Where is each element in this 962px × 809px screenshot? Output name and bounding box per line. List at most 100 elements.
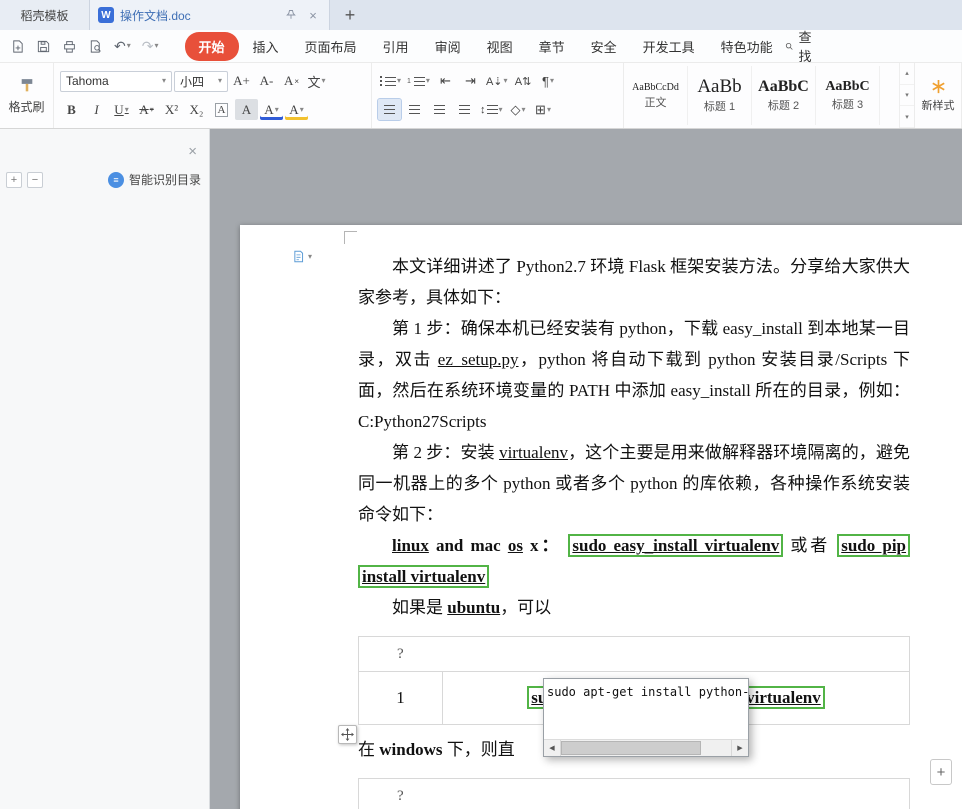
italic-button[interactable]: I [85,99,108,120]
cell-content-popup[interactable]: sudo apt-get install python-virtu ◀ ▶ [543,678,749,757]
scroll-right-icon[interactable]: ▶ [731,740,748,756]
menu-item-1[interactable]: 插入 [241,33,291,60]
print-preview-icon[interactable] [88,39,103,54]
table-move-handle[interactable] [338,725,357,744]
bold-button[interactable]: B [60,99,83,120]
table-placeholder-cell: ? [358,778,910,809]
margin-corner-mark [344,231,357,244]
menu-item-3[interactable]: 引用 [371,33,421,60]
redo-icon[interactable]: ↷ ▾ [142,38,159,55]
ribbon-home: 格式刷 Tahoma ▾ 小四 ▾ A+ A- A × 文 ▾ B I U ▾ A ▾ X² [0,63,962,129]
style-card-3[interactable]: AaBbC 标题 2 [752,66,816,125]
font-color-button[interactable]: A ▾ [260,99,283,120]
font-size-select[interactable]: 小四 ▾ [174,70,228,92]
menu-item-5[interactable]: 视图 [475,33,525,60]
smart-toc-label: 智能识别目录 [128,173,201,187]
table-number-cell: 1 [358,671,443,725]
menu-item-0[interactable]: 开始 [184,31,239,61]
print-icon[interactable] [62,39,77,54]
new-style-button[interactable]: 新样式 [914,63,962,128]
pinyin-guide-button[interactable]: 文 ▾ [305,71,328,92]
styles-gallery-scrollbar[interactable]: ▴ ▾ ▾ [899,63,914,129]
font-name-select[interactable]: Tahoma ▾ [60,70,172,92]
active-document-tab[interactable]: W 操作文档.doc × [90,0,330,30]
justify-button[interactable] [453,99,476,120]
subscript-button[interactable]: X₂ [185,99,208,120]
wps-writer-icon: W [98,7,114,23]
menu-items: 开始 插入 页面布局 引用 审阅 视图 章节 安全 开发工具 特色功能 [184,31,785,61]
menu-item-4[interactable]: 审阅 [423,33,473,60]
align-right-button[interactable] [428,99,451,120]
save-icon[interactable] [36,39,51,54]
menu-item-7[interactable]: 安全 [579,33,629,60]
pin-tab-icon[interactable] [283,7,299,23]
text-run: os [507,536,523,555]
scrollbar-thumb[interactable] [561,741,701,755]
format-painter-icon [21,78,32,91]
text-direction-button[interactable]: A⇣ ▾ [484,71,510,92]
close-tab-icon[interactable]: × [305,7,321,23]
table-add-row-button[interactable]: + [930,759,952,785]
docer-template-tab[interactable]: 稻壳模板 [0,0,90,30]
clear-format-button[interactable]: A × [280,71,303,92]
sort-button[interactable]: A⇅ [512,71,535,92]
popup-horizontal-scrollbar[interactable]: ◀ ▶ [544,739,748,756]
menu-item-9[interactable]: 特色功能 [709,33,785,60]
decrease-indent-button[interactable]: ⇤ [434,71,457,92]
numbered-list-button[interactable]: 1 ▾ [405,71,432,92]
style-card-4[interactable]: AaBbC 标题 3 [816,66,880,125]
underline-button[interactable]: U ▾ [110,99,133,120]
style-label: 正文 [644,96,667,109]
align-left-button[interactable] [377,98,402,122]
character-shading-button[interactable]: A [235,99,258,121]
superscript-button[interactable]: X² [160,99,183,120]
menubar: ↶ ▾ ↷ ▾ 开始 插入 页面布局 引用 审阅 视图 章节 安全 开发工具 特色功能 查找 [0,27,962,65]
popup-code-text: sudo apt-get install python-virtu [547,685,748,699]
paragraph-tool-icon[interactable]: ▾ [292,249,312,264]
highlight-color-button[interactable]: A ▾ [285,99,308,120]
gallery-scroll-up-icon[interactable]: ▴ [900,63,914,85]
new-style-label: 新样式 [921,99,955,112]
outline-collapse-button[interactable]: − [27,171,43,188]
new-tab-button[interactable]: + [330,0,370,30]
outline-expand-button[interactable]: + [6,171,22,188]
style-card-1[interactable]: AaBbCcDd 正文 [624,66,688,125]
style-card-2[interactable]: AaBb 标题 1 [688,66,752,125]
character-border-button[interactable]: A [210,99,233,120]
line-spacing-button[interactable]: ↕ ▾ [478,99,505,120]
bullet-list-button[interactable]: ▾ [378,71,403,92]
paragraph-mark-button[interactable]: ¶ ▾ [537,71,560,92]
smart-toc-button[interactable]: ≡ 智能识别目录 [107,171,201,188]
font-group: Tahoma ▾ 小四 ▾ A+ A- A × 文 ▾ B I U ▾ A ▾ X² X₂ … [54,63,372,128]
sidebar-close-icon[interactable]: × [188,143,197,160]
new-document-icon[interactable] [10,39,25,54]
new-style-icon [931,79,945,93]
scrollbar-track[interactable] [701,740,731,756]
navigation-sidebar: × + − ≡ 智能识别目录 [0,129,210,809]
align-center-button[interactable] [403,99,426,120]
increase-font-button[interactable]: A+ [230,71,253,92]
shading-button[interactable]: ◇ ▾ [507,99,530,120]
borders-button[interactable]: ⊞ ▾ [532,99,555,120]
menu-item-6[interactable]: 章节 [527,33,577,60]
undo-icon[interactable]: ↶ ▾ [114,38,131,55]
menu-item-2[interactable]: 页面布局 [293,33,369,60]
paragraph: linux and mac os x： sudo easy_install vi… [358,530,911,592]
text-run: 第 2 步：安装 [392,443,500,462]
gallery-more-icon[interactable]: ▾ [900,106,914,129]
font-size-value: 小四 [180,74,205,89]
gallery-scroll-down-icon[interactable]: ▾ [900,85,914,107]
scroll-left-icon[interactable]: ◀ [544,740,561,756]
strikethrough-button[interactable]: A ▾ [135,99,158,120]
find-button[interactable]: 查找 [785,27,816,65]
paragraph: 如果是 ubuntu，可以 [358,592,910,623]
decrease-font-button[interactable]: A- [255,71,278,92]
format-painter-button[interactable]: 格式刷 [0,63,54,128]
document-canvas[interactable]: ▾ 本文详细讲述了 Python2.7 环境 Flask 框架安装方法。分享给大… [210,129,962,809]
menu-item-8[interactable]: 开发工具 [631,33,707,60]
text-run: and mac [428,536,508,555]
style-label: 标题 3 [831,98,864,111]
paragraph: 第 2 步：安装 virtualenv，这个主要是用来做解释器环境隔离的，避免同… [358,437,910,530]
increase-indent-button[interactable]: ⇥ [459,71,482,92]
quick-access-toolbar: ↶ ▾ ↷ ▾ [10,38,159,55]
